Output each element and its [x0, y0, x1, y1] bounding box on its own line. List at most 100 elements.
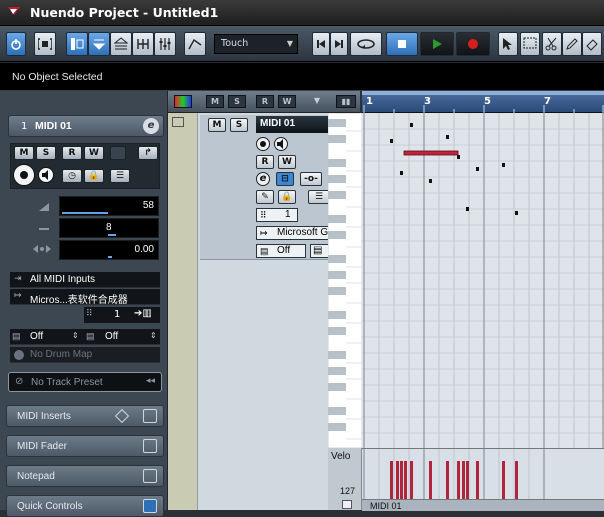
global-mute-button[interactable]: M — [206, 95, 224, 108]
overview-icon — [114, 37, 128, 50]
edit-channel-icon[interactable]: ➔▥ — [134, 308, 152, 319]
pointer-icon — [503, 38, 512, 50]
bypass-button[interactable] — [110, 146, 126, 160]
track-mute-button[interactable]: M — [208, 118, 226, 132]
ruler-locator-bar[interactable] — [362, 91, 604, 95]
track-pencil-button[interactable]: ✎ — [256, 190, 274, 204]
ruler[interactable]: 1 3 5 7 — [362, 91, 604, 113]
track-list-menu-icon[interactable]: ▼ — [310, 95, 324, 108]
track-inserts-button[interactable]: ⊟ — [276, 172, 294, 186]
track-controls: M S R W ↱ ◷ 🔒 ☰ — [10, 143, 160, 189]
inspector-panel: 1 MIDI 01 e M S R W ↱ ◷ 🔒 ☰ 58 8 0.00 ⇥ … — [0, 91, 168, 517]
quick-controls-icon[interactable] — [143, 499, 157, 513]
edit-instrument-icon[interactable]: e — [143, 118, 159, 134]
bank-value[interactable]: Off — [30, 331, 43, 342]
section-notepad[interactable]: Notepad — [6, 465, 164, 487]
erase-tool[interactable] — [582, 32, 602, 56]
monitor-button[interactable] — [38, 167, 54, 183]
goto-start-button[interactable] — [312, 32, 330, 56]
section-midi-fader[interactable]: MIDI Fader — [6, 435, 164, 457]
volume-field[interactable]: 58 — [59, 196, 159, 216]
insert-icon[interactable] — [143, 409, 157, 423]
drum-map-select[interactable]: No Drum Map — [10, 347, 160, 363]
automation-curve-icon — [188, 38, 202, 50]
track-channel-field[interactable]: ⠿ 1 — [256, 208, 298, 222]
midi-channel-field[interactable]: ⠿ 1 ➔▥ — [84, 307, 160, 323]
track-colors-button[interactable] — [174, 95, 192, 108]
track-record-button[interactable] — [256, 137, 270, 151]
program-edit-icon: ▤ — [313, 245, 323, 256]
write-automation-button[interactable]: W — [84, 146, 104, 160]
program-stepper-icon[interactable]: ⇕ — [150, 331, 157, 340]
track-edit-instrument-button[interactable]: e — [256, 172, 270, 186]
section-midi-inserts[interactable]: MIDI Inserts — [6, 405, 164, 427]
goto-end-button[interactable] — [330, 32, 348, 56]
stop-button[interactable] — [386, 32, 418, 56]
lane-page-icon[interactable] — [342, 500, 352, 509]
activate-project-button[interactable] — [6, 32, 26, 56]
volume-icon — [39, 203, 49, 211]
inspector-track-header[interactable]: 1 MIDI 01 e — [8, 115, 164, 137]
track-row[interactable]: M S MIDI 01 R W e ⊟ -o- ☰ ✎ 🔒 ⠿ 1 ↦ Micr… — [200, 115, 330, 260]
delay-field[interactable]: 0.00 — [59, 240, 159, 260]
bank-stepper-icon[interactable]: ⇕ — [72, 331, 79, 340]
track-preset-field[interactable]: ⊘ No Track Preset ◂◂ — [8, 372, 162, 392]
lane-display-button[interactable]: ☰ — [110, 169, 130, 183]
timebase-button[interactable]: ◷ — [62, 169, 82, 183]
track-lock-button[interactable]: 🔒 — [278, 190, 296, 204]
speaker-icon — [42, 170, 48, 180]
program-value[interactable]: Off — [105, 331, 118, 342]
global-read-button[interactable]: R — [256, 95, 274, 108]
notepad-icon[interactable] — [143, 469, 157, 483]
track-solo-button[interactable]: S — [230, 118, 248, 132]
transpose-field[interactable]: 8 — [59, 218, 159, 238]
show-pool-button[interactable] — [132, 32, 154, 56]
constrain-delay-button[interactable] — [34, 32, 56, 56]
lock-button[interactable]: 🔒 — [84, 169, 104, 183]
velocity-lane[interactable]: MIDI 01 — [328, 448, 604, 511]
cycle-button[interactable] — [350, 32, 382, 56]
solo-button[interactable]: S — [36, 146, 56, 160]
draw-tool[interactable] — [562, 32, 582, 56]
grid-icon: ⠿ — [86, 309, 93, 319]
section-quick-controls[interactable]: Quick Controls — [6, 495, 164, 517]
record-button[interactable] — [456, 32, 490, 56]
bypass-diamond-icon[interactable] — [114, 408, 130, 424]
output-arrow-icon: ↦ — [260, 228, 268, 238]
global-solo-button[interactable]: S — [228, 95, 246, 108]
show-inspector-button[interactable] — [66, 32, 88, 56]
mute-button[interactable]: M — [14, 146, 34, 160]
midi-output-select[interactable]: ↦ Micros...表软件合成器 — [10, 289, 160, 306]
output-route-button[interactable]: ↱ — [138, 146, 158, 160]
fader-icon[interactable] — [143, 439, 157, 453]
split-tool[interactable] — [542, 32, 562, 56]
track-monitor-button[interactable] — [274, 137, 288, 151]
midi-input-select[interactable]: ⇥ All MIDI Inputs — [10, 272, 160, 288]
track-list-divider-icon[interactable]: ▮▮ — [336, 95, 356, 108]
note-grid[interactable] — [362, 113, 604, 448]
automation-mode-select[interactable]: Touch ▼ — [214, 34, 298, 54]
preset-browse-icon[interactable]: ◂◂ — [146, 376, 155, 386]
track-name-field[interactable]: MIDI 01 — [256, 116, 330, 133]
track-sends-button[interactable]: -o- — [300, 172, 322, 186]
object-selection-tool[interactable] — [498, 32, 518, 56]
play-button[interactable] — [420, 32, 454, 56]
track-program-field[interactable]: ▤ Off — [256, 244, 306, 258]
show-overview-button[interactable] — [110, 32, 132, 56]
record-enable-button[interactable] — [13, 164, 35, 186]
track-lanes-button[interactable]: ☰ — [308, 190, 330, 204]
track-program-edit-button[interactable]: ▤ — [310, 244, 330, 258]
show-infoline-button[interactable] — [88, 32, 110, 56]
skip-back-icon — [317, 40, 325, 48]
track-output-field[interactable]: ↦ Microsoft G — [256, 226, 330, 240]
track-write-button[interactable]: W — [278, 155, 296, 169]
stop-icon — [398, 40, 406, 48]
global-write-button[interactable]: W — [278, 95, 296, 108]
automation-button[interactable] — [184, 32, 206, 56]
selected-note[interactable] — [403, 150, 459, 156]
track-read-button[interactable]: R — [256, 155, 274, 169]
range-selection-tool[interactable] — [520, 32, 540, 56]
piano-keyboard[interactable] — [327, 112, 363, 449]
read-automation-button[interactable]: R — [62, 146, 82, 160]
show-mixer-button[interactable] — [154, 32, 176, 56]
